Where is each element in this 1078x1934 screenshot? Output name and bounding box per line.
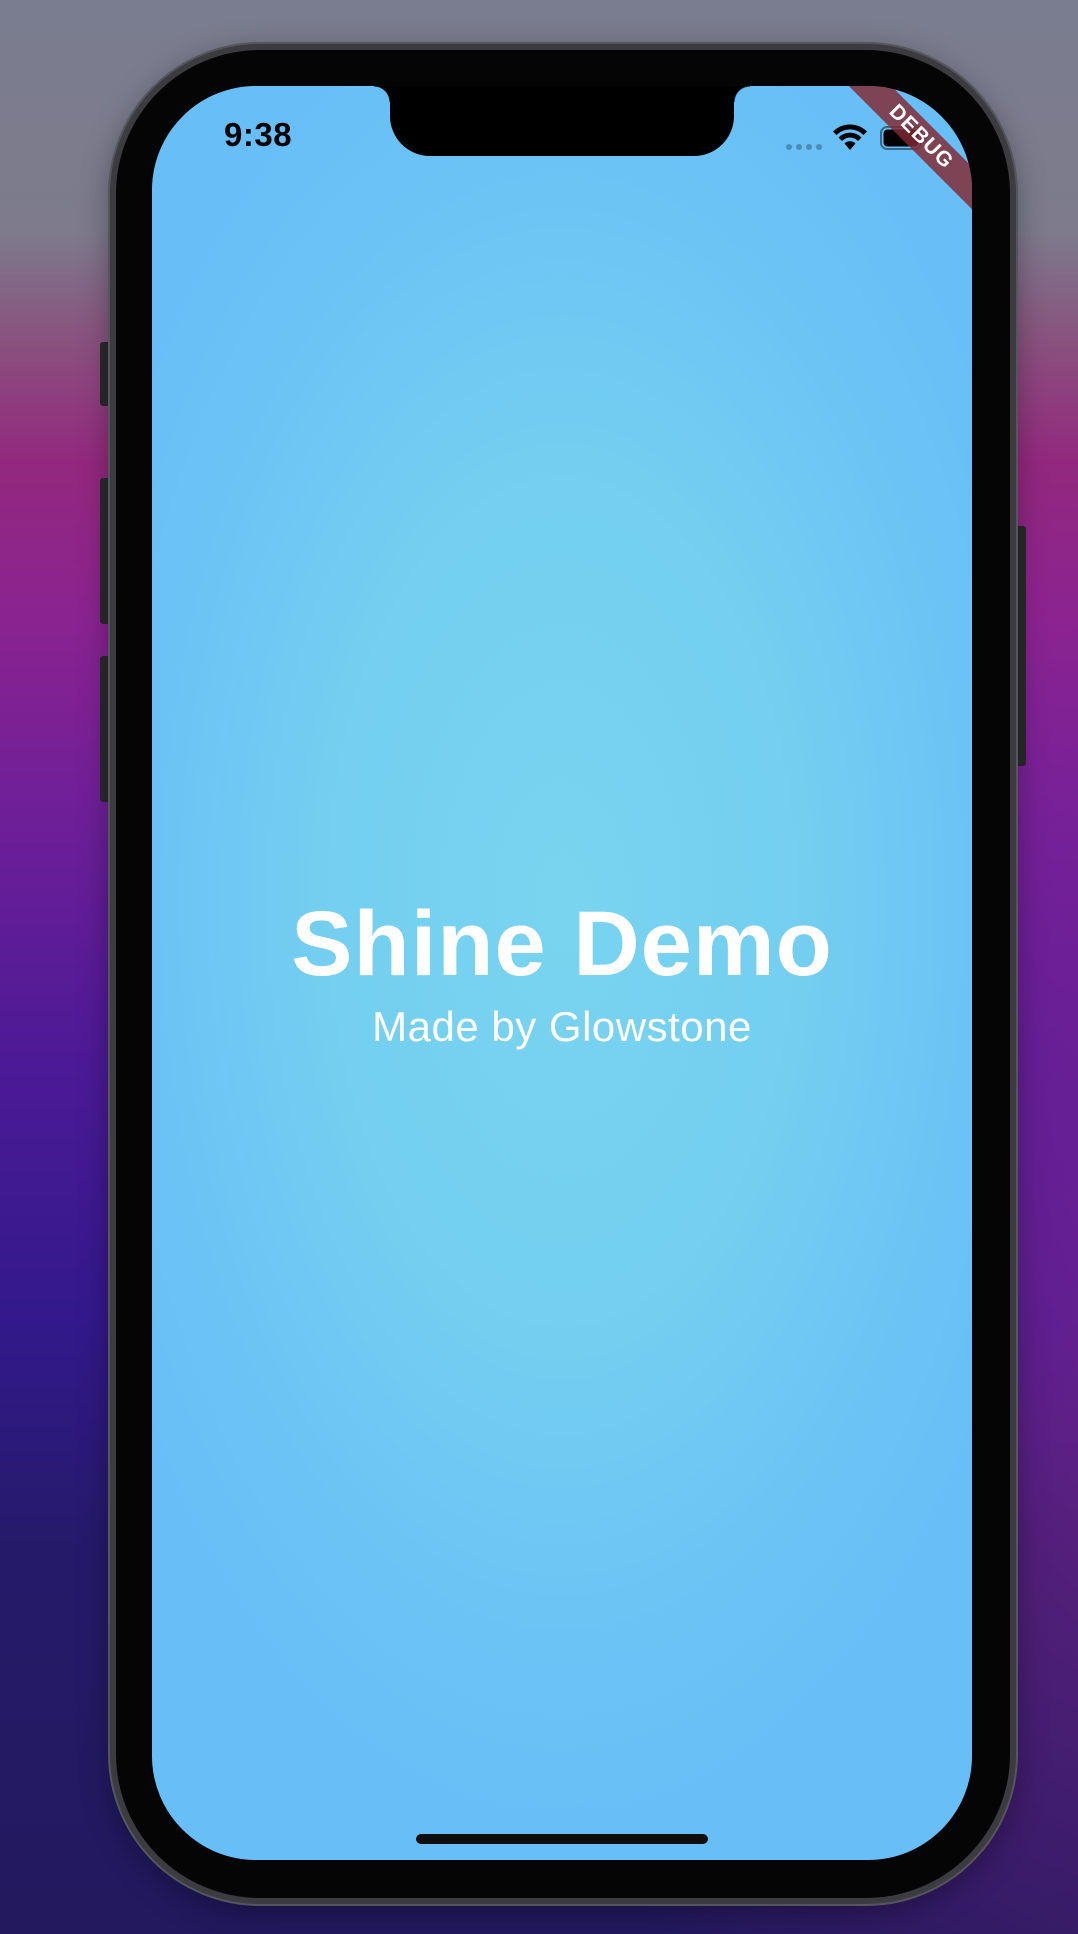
page-title: Shine Demo [291,893,833,995]
page-subtitle: Made by Glowstone [372,1003,752,1050]
notch [374,86,750,156]
signal-dots-icon [786,144,822,150]
app-screen[interactable]: 9:38 DEBUG Shine Demo Made by Glowstone [152,86,972,1860]
home-indicator[interactable] [416,1834,708,1844]
wifi-icon [833,124,867,150]
status-time: 9:38 [224,116,293,153]
